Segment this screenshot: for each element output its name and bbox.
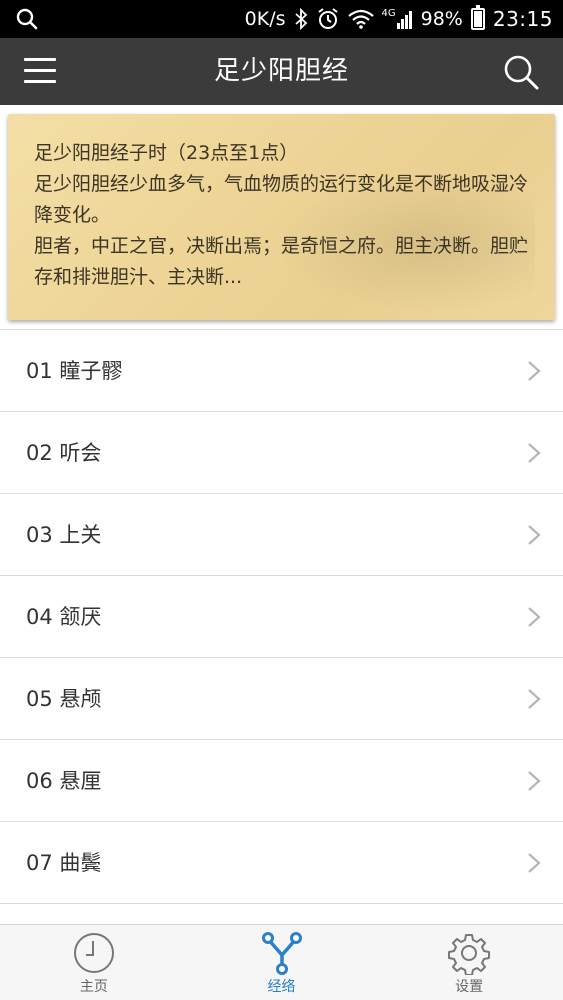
tab-home-label: 主页 <box>79 979 108 995</box>
acupoint-label: 03 上关 <box>26 523 102 547</box>
list-item[interactable]: 06 悬厘 <box>0 739 563 821</box>
tab-settings-label: 设置 <box>455 979 484 995</box>
list-item[interactable]: 03 上关 <box>0 493 563 575</box>
wifi-icon <box>347 9 374 29</box>
acupoint-list: 01 瞳子髎 02 听会 03 上关 04 颔厌 05 悬颅 06 悬厘 07 … <box>0 329 563 918</box>
search-icon[interactable] <box>501 52 541 92</box>
chevron-right-icon <box>528 607 541 627</box>
chevron-right-icon <box>528 525 541 545</box>
chevron-right-icon <box>528 361 541 381</box>
list-item[interactable]: 07 曲鬓 <box>0 821 563 903</box>
chevron-right-icon <box>528 443 541 463</box>
list-item[interactable]: 02 听会 <box>0 411 563 493</box>
clock-icon <box>73 933 114 973</box>
battery-percent: 98% <box>420 8 463 30</box>
acupoint-label: 04 颔厌 <box>26 605 102 629</box>
intro-line-1: 足少阳胆经子时（23点至1点） <box>34 142 299 164</box>
tab-meridians[interactable]: 经络 <box>188 925 376 1000</box>
status-bar: 0K/s 4G 98% 23:15 <box>0 0 563 38</box>
list-item[interactable]: 01 瞳子髎 <box>0 329 563 411</box>
bottom-nav: 主页 经络 设置 <box>0 924 563 1000</box>
alarm-icon <box>317 8 338 29</box>
chevron-right-icon <box>528 853 541 873</box>
chevron-right-icon <box>528 689 541 709</box>
acupoint-label: 06 悬厘 <box>26 769 102 793</box>
network-type: 4G <box>381 8 396 19</box>
intro-line-3: 胆者，中正之官，决断出焉；是奇恒之府。胆主决断。胆贮存和排泄胆汁、主决断... <box>34 235 529 288</box>
clock-time: 23:15 <box>492 7 553 31</box>
acupoint-label: 05 悬颅 <box>26 687 102 711</box>
meridian-intro-card[interactable]: 足少阳胆经子时（23点至1点） 足少阳胆经少血多气，气血物质的运行变化是不断地吸… <box>8 114 555 320</box>
acupoint-label: 01 瞳子髎 <box>26 359 123 383</box>
app-bar: 足少阳胆经 <box>0 38 563 105</box>
signal-icon <box>396 11 412 29</box>
meridian-branch-icon <box>261 932 302 975</box>
tab-home[interactable]: 主页 <box>0 925 188 1000</box>
list-item[interactable]: 05 悬颅 <box>0 657 563 739</box>
list-item-partial[interactable] <box>0 903 563 918</box>
battery-icon <box>470 5 485 30</box>
search-icon <box>16 8 38 30</box>
page-title: 足少阳胆经 <box>213 56 349 86</box>
network-speed: 0K/s <box>244 8 286 30</box>
list-item[interactable]: 04 颔厌 <box>0 575 563 657</box>
chevron-right-icon <box>528 771 541 791</box>
tab-meridians-label: 经络 <box>267 979 296 995</box>
intro-line-2: 足少阳胆经少血多气，气血物质的运行变化是不断地吸湿冷降变化。 <box>34 173 529 226</box>
acupoint-label: 07 曲鬓 <box>26 851 102 875</box>
bluetooth-icon <box>294 8 307 30</box>
gear-icon <box>448 934 491 975</box>
tab-settings[interactable]: 设置 <box>375 925 563 1000</box>
acupoint-label: 02 听会 <box>26 441 102 465</box>
